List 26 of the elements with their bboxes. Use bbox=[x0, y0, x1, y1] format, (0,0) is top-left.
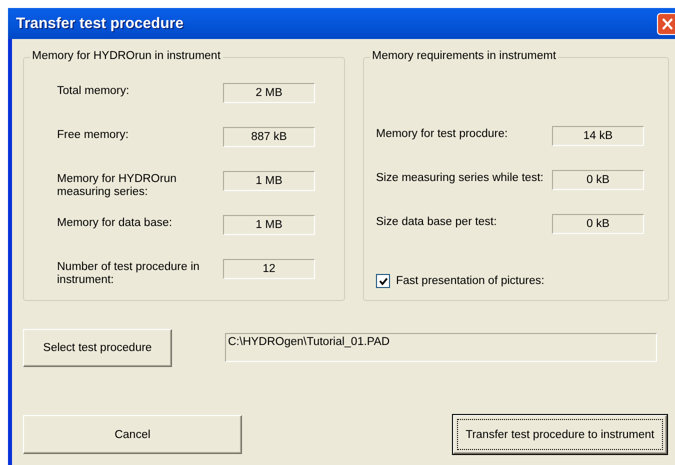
field-label: Memory for HYDROrun measuring series: bbox=[57, 173, 178, 199]
value-field: 12 bbox=[223, 259, 315, 279]
transfer-button[interactable]: Transfer test procedure to instrument bbox=[453, 415, 667, 454]
value-field: 14 kB bbox=[552, 126, 644, 146]
select-button[interactable]: Select test procedure bbox=[23, 329, 172, 367]
window-title: Transfer test procedure bbox=[15, 15, 184, 32]
value-field: 0 kB bbox=[552, 170, 644, 190]
cancel-button[interactable]: Cancel bbox=[23, 415, 242, 454]
checkbox[interactable] bbox=[376, 274, 390, 288]
value-field: 0 kB bbox=[552, 214, 644, 234]
value-field: 1 MB bbox=[223, 171, 315, 191]
group-title: Memory requirements in instrumemt bbox=[370, 50, 558, 62]
path-field[interactable]: C:\HYDROgen\Tutorial_01.PAD bbox=[225, 333, 657, 362]
field-label: Free memory: bbox=[57, 129, 130, 142]
field-label: Total memory: bbox=[57, 85, 130, 98]
field-label: Memory for test procdure: bbox=[376, 128, 509, 141]
field-label: Size measuring series while test: bbox=[376, 172, 544, 185]
field-label: Size data base per test: bbox=[376, 216, 498, 229]
value-field: 2 MB bbox=[223, 83, 315, 103]
field-label: Number of test procedure in instrument: bbox=[57, 261, 201, 287]
group-title: Memory for HYDROrun in instrument bbox=[30, 50, 223, 62]
close-icon[interactable] bbox=[657, 12, 675, 34]
value-field: 1 MB bbox=[223, 215, 315, 235]
field-label: Memory for data base: bbox=[57, 217, 174, 230]
value-field: 887 kB bbox=[223, 127, 315, 147]
checkbox-label: Fast presentation of pictures: bbox=[396, 275, 544, 287]
